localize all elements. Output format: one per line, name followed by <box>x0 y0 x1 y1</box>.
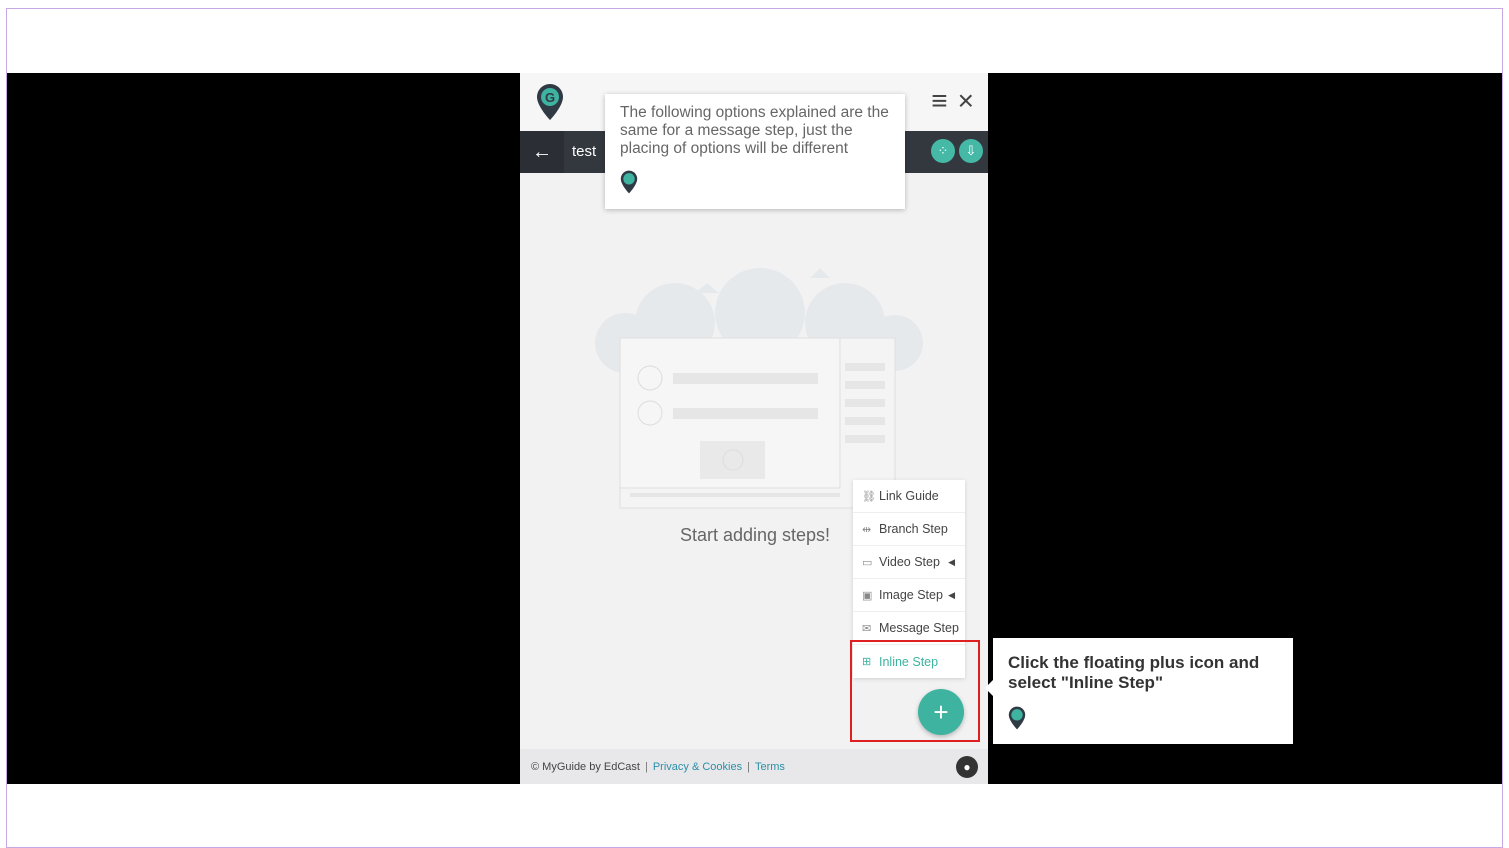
myguide-logo-icon <box>620 170 638 194</box>
branch-icon: ⇹ <box>862 523 872 536</box>
tooltip-text: Click the floating plus icon and select … <box>1008 653 1260 692</box>
video-icon: ▭ <box>862 556 873 569</box>
privacy-link[interactable]: Privacy & Cookies <box>653 761 742 773</box>
image-icon: ▣ <box>862 589 873 602</box>
menu-item-label: Image Step <box>879 588 943 602</box>
myguide-logo-icon: G <box>537 84 563 120</box>
message-icon: ✉ <box>862 622 872 635</box>
caret-left-icon: ◀ <box>948 589 955 600</box>
back-button[interactable]: ← <box>520 131 564 173</box>
tooltip-text: The following options explained are the … <box>620 104 889 157</box>
menu-icon[interactable]: ≡ <box>931 87 947 115</box>
menu-item-video-step[interactable]: ▭ Video Step ◀ <box>853 546 965 579</box>
tooltip-bottom: Click the floating plus icon and select … <box>985 638 1293 744</box>
link-icon: ⛓ <box>862 490 876 503</box>
menu-item-label: Message Step <box>879 621 959 635</box>
menu-item-label: Link Guide <box>879 489 939 503</box>
myguide-logo-icon <box>1008 706 1026 730</box>
highlight-box <box>850 640 980 742</box>
copyright-text: © MyGuide by EdCast <box>531 760 640 773</box>
menu-item-branch-step[interactable]: ⇹ Branch Step <box>853 513 965 546</box>
menu-item-label: Branch Step <box>879 522 948 536</box>
footer-separator: | <box>644 760 648 773</box>
apps-button[interactable]: ⁘ <box>931 139 955 163</box>
terms-link[interactable]: Terms <box>755 761 785 773</box>
guide-title: test <box>572 143 597 160</box>
close-icon[interactable]: × <box>958 87 974 115</box>
menu-item-label: Video Step <box>879 555 940 569</box>
chat-icon[interactable]: ● <box>956 756 978 778</box>
footer-separator: | <box>747 760 750 773</box>
empty-state-illustration <box>595 268 923 509</box>
menu-item-link-guide[interactable]: ⛓ Link Guide <box>853 480 965 513</box>
svg-text:G: G <box>545 90 555 105</box>
panel-footer: © MyGuide by EdCast | Privacy & Cookies … <box>520 749 988 784</box>
caret-left-icon: ◀ <box>948 556 955 567</box>
tooltip-top: The following options explained are the … <box>605 94 905 209</box>
menu-item-image-step[interactable]: ▣ Image Step ◀ <box>853 579 965 612</box>
download-button[interactable]: ⇩ <box>959 139 983 163</box>
